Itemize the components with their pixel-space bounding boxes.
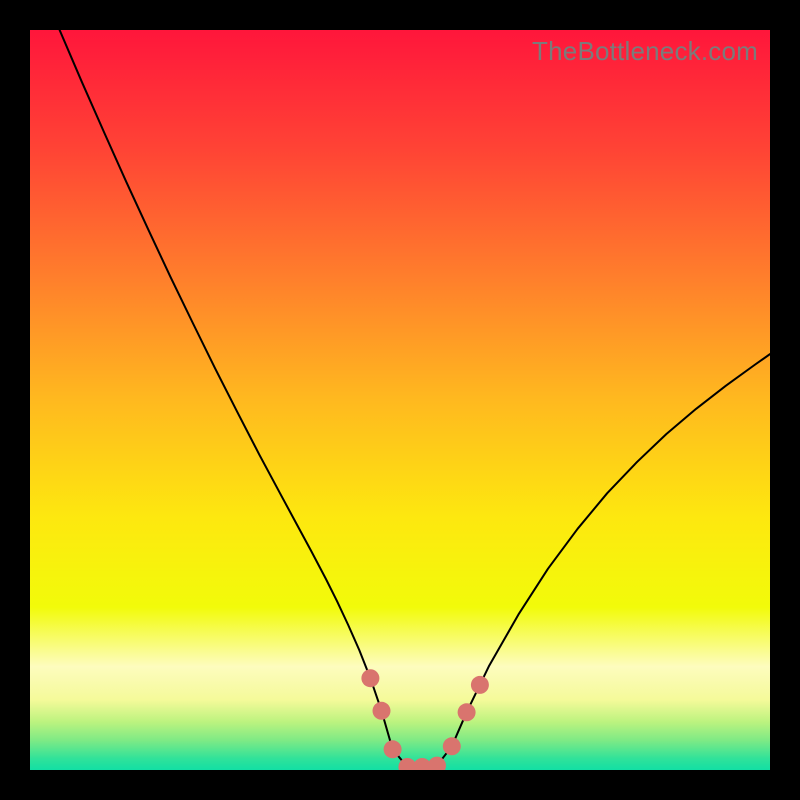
plot-area: TheBottleneck.com (30, 30, 770, 770)
highlight-marker (458, 703, 476, 721)
highlight-marker (384, 740, 402, 758)
chart-canvas (30, 30, 770, 770)
watermark-label: TheBottleneck.com (532, 36, 758, 67)
highlight-marker (361, 669, 379, 687)
chart-frame: TheBottleneck.com (0, 0, 800, 800)
highlight-marker (443, 737, 461, 755)
highlight-marker (471, 676, 489, 694)
highlight-marker (373, 702, 391, 720)
